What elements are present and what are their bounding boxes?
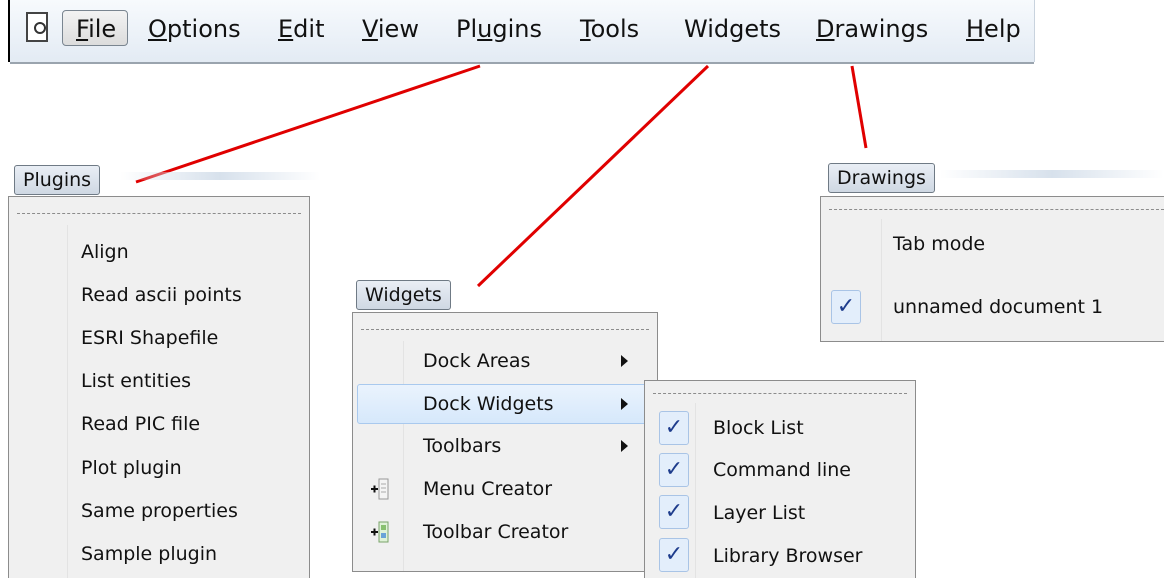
drawings-menu-title[interactable]: Drawings: [828, 163, 935, 193]
menu-item-menu-creator[interactable]: Menu Creator: [423, 476, 552, 502]
menu-item-list-entities[interactable]: List entities: [81, 368, 191, 394]
checkmark-icon: ✓: [659, 411, 689, 445]
menu-item-layer-list[interactable]: Layer List: [713, 500, 805, 526]
checkmark-icon: ✓: [659, 538, 689, 572]
menu-item-align[interactable]: Align: [81, 239, 129, 265]
menu-item-read-pic-file[interactable]: Read PIC file: [81, 411, 200, 437]
checkmark-icon: ✓: [831, 290, 861, 324]
widgets-menu-title[interactable]: Widgets: [356, 280, 451, 310]
menu-help[interactable]: Help: [966, 14, 1021, 44]
menu-item-esri-shapefile[interactable]: ESRI Shapefile: [81, 325, 218, 351]
icon-column-separator: [881, 219, 882, 341]
menu-item-same-properties[interactable]: Same properties: [81, 498, 238, 524]
checkmark-icon: ✓: [659, 453, 689, 487]
menu-item-unnamed-document-1[interactable]: unnamed document 1: [893, 294, 1103, 320]
tear-off-line[interactable]: [361, 329, 649, 330]
tear-off-line[interactable]: [829, 209, 1164, 210]
submenu-arrow-icon: [621, 398, 628, 410]
menu-item-dock-widgets[interactable]: Dock Widgets: [423, 391, 554, 417]
plugins-menu: Align Read ascii points ESRI Shapefile L…: [8, 196, 310, 578]
menu-item-block-list[interactable]: Block List: [713, 415, 804, 441]
toolbar-creator-icon: [371, 521, 389, 543]
menu-view[interactable]: View: [362, 14, 419, 44]
menu-item-plot-plugin[interactable]: Plot plugin: [81, 455, 182, 481]
drawings-callout-line: [850, 65, 868, 149]
toolbar-blur: [940, 170, 1164, 178]
menu-widgets[interactable]: Widgets: [684, 14, 781, 44]
document-search-icon[interactable]: [26, 12, 48, 42]
menu-drawings[interactable]: Drawings: [816, 14, 928, 44]
menu-item-tab-mode[interactable]: Tab mode: [893, 231, 985, 257]
menu-creator-icon: [371, 478, 389, 500]
menu-item-library-browser[interactable]: Library Browser: [713, 543, 862, 569]
submenu-arrow-icon: [621, 355, 628, 367]
icon-column-separator: [403, 341, 404, 571]
icon-column-separator: [67, 225, 68, 578]
menu-item-read-ascii-points[interactable]: Read ascii points: [81, 282, 242, 308]
tear-off-line[interactable]: [653, 393, 907, 394]
menu-plugins[interactable]: Plugins: [456, 14, 542, 44]
plugins-callout-line: [135, 64, 481, 184]
toolbar-blur: [120, 172, 320, 180]
menu-file[interactable]: File: [76, 14, 116, 44]
menu-options[interactable]: Options: [148, 14, 241, 44]
menu-bar: File Options Edit View Plugins Tools Wid…: [8, 0, 1035, 64]
checkmark-icon: ✓: [659, 495, 689, 529]
menu-tools[interactable]: Tools: [580, 14, 639, 44]
menu-item-sample-plugin[interactable]: Sample plugin: [81, 541, 217, 567]
menu-item-toolbars[interactable]: Toolbars: [423, 433, 501, 459]
menu-item-command-line[interactable]: Command line: [713, 457, 851, 483]
tear-off-line[interactable]: [17, 213, 301, 214]
submenu-arrow-icon: [621, 440, 628, 452]
icon-column-separator: [695, 403, 696, 578]
widgets-callout-line: [476, 64, 710, 288]
plugins-menu-title[interactable]: Plugins: [14, 165, 101, 195]
menu-item-dock-areas[interactable]: Dock Areas: [423, 348, 530, 374]
dock-widgets-submenu: ✓ Block List ✓ Command line ✓ Layer List…: [644, 380, 916, 578]
menu-edit[interactable]: Edit: [278, 14, 324, 44]
widgets-menu: Dock Areas Dock Widgets Toolbars Menu Cr…: [352, 312, 658, 572]
menu-item-toolbar-creator[interactable]: Toolbar Creator: [423, 519, 568, 545]
drawings-menu: Tab mode ✓ unnamed document 1: [820, 196, 1164, 342]
